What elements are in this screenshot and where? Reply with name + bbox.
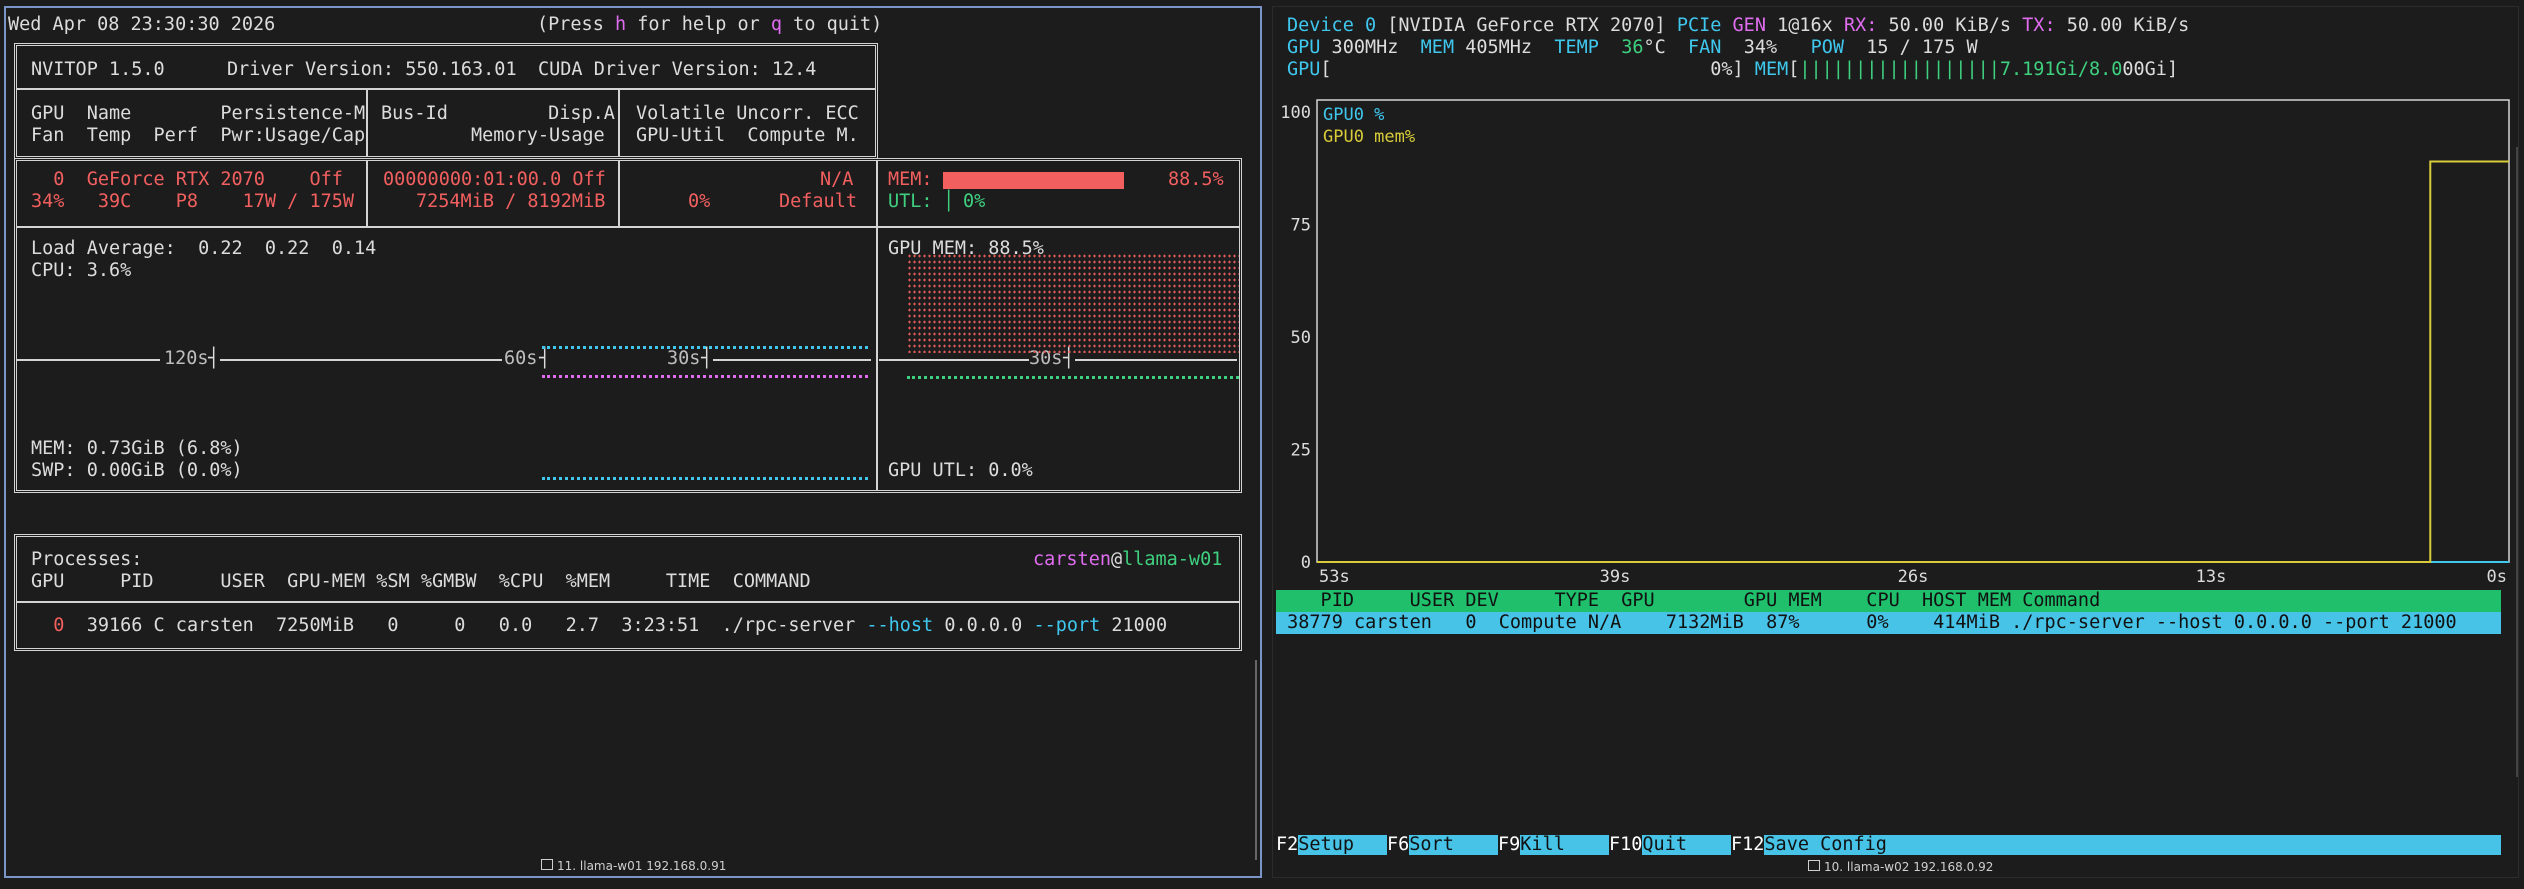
gpu-util: 0% xyxy=(688,191,711,212)
legend-gpu-util: GPU0 % xyxy=(1323,105,1384,125)
terminal-icon xyxy=(1808,860,1820,871)
mem-history-trace xyxy=(542,375,868,378)
cuda-version: CUDA Driver Version: 12.4 xyxy=(538,59,817,80)
legend-gpu-mem: GPU0 mem% xyxy=(1323,127,1415,147)
f6-sort-button[interactable]: F6Sort xyxy=(1387,834,1498,855)
gpu-utl-stat: GPU UTL: 0.0% xyxy=(888,460,1033,481)
utl-bar-tick: │ xyxy=(943,191,955,212)
utl-bar-percent: 0% xyxy=(963,191,986,212)
nvtop-pane[interactable]: Device 0 [NVIDIA GeForce RTX 2070] PCIe … xyxy=(1272,6,2519,878)
x-tick-label: 13s xyxy=(2196,567,2227,587)
gpu-header-col1-line1: GPU Name Persistence-M xyxy=(31,103,366,124)
process-row[interactable]: 0 39166 C carsten 7250MiB 0 0 0.0 2.7 3:… xyxy=(31,615,1167,637)
axis-tick: ┤ xyxy=(701,348,713,369)
gpu-header-col2-line1: Bus-Id Disp.A xyxy=(381,103,615,124)
gpu-history-chart: 100 75 50 25 0 53s 39s 26s 13s 0s GPU0 % GPU0 me… xyxy=(1280,99,2510,587)
gpu-header-col3-line1: Volatile Uncorr. ECC xyxy=(636,103,859,124)
user-host: carsten@llama-w01 xyxy=(1033,549,1223,570)
y-tick-label: 50 xyxy=(1291,328,1311,348)
mem-bar-fill xyxy=(943,172,1124,189)
timeline-axis xyxy=(713,359,871,361)
terminal-icon xyxy=(541,859,553,870)
f10-quit-button[interactable]: F10Quit xyxy=(1609,834,1731,855)
divider xyxy=(17,601,1239,603)
timeline-axis xyxy=(17,359,160,361)
window-title: 11. llama-w01 192.168.0.91 xyxy=(541,856,726,876)
processes-label: Processes: xyxy=(31,549,143,570)
tick-120s: 120s xyxy=(164,348,209,369)
f9-kill-button[interactable]: F9Kill xyxy=(1498,834,1609,855)
gpu-fan-temp-row: 34% 39C P8 17W / 175W xyxy=(31,191,355,212)
mem-bar-percent: 88.5% xyxy=(1168,169,1224,190)
axis-tick: ┤ xyxy=(208,348,220,369)
gpu-header-col3-line2: GPU-Util Compute M. xyxy=(636,125,859,146)
help-hint: (Press h for help or q to quit) xyxy=(537,14,883,35)
clock: Wed Apr 08 23:30:30 2026 xyxy=(8,14,276,35)
gpu-mem-history-graph xyxy=(907,253,1239,353)
nvitop-pane[interactable]: Wed Apr 08 23:30:30 2026 (Press h for he… xyxy=(4,6,1262,878)
usage-bars-line: GPU[ 0%] MEM[||||||||||||||||||7.191Gi/8… xyxy=(1287,59,2179,80)
divider xyxy=(366,89,368,157)
tick-60s: 60s xyxy=(504,348,538,369)
gpu-ecc: N/A xyxy=(820,169,854,190)
process-table-row[interactable]: 38779 carsten 0 Compute N/A 7132MiB 87% … xyxy=(1276,612,2501,634)
window-title: 10. llama-w02 192.168.0.92 xyxy=(1808,857,1993,877)
scrollbar[interactable] xyxy=(1255,660,1257,860)
cpu-history-trace xyxy=(542,346,868,349)
scrollbar[interactable] xyxy=(2516,147,2518,777)
divider xyxy=(618,89,620,157)
gpu-compute-mode: Default xyxy=(779,191,857,212)
f2-setup-button[interactable]: F2Setup xyxy=(1276,834,1387,855)
x-tick-label: 53s xyxy=(1319,567,1350,587)
f12-save-config-button[interactable]: F12Save Config xyxy=(1731,834,1887,855)
y-tick-label: 25 xyxy=(1291,441,1311,461)
host-mem-stat: MEM: 0.73GiB (6.8%) xyxy=(31,438,243,459)
timeline-axis xyxy=(1075,359,1237,361)
gpu-header-col2-line2: Memory-Usage xyxy=(471,125,605,146)
load-average: Load Average: 0.22 0.22 0.14 xyxy=(31,238,377,259)
gpu-util-history-trace xyxy=(907,376,1239,379)
divider xyxy=(366,161,368,227)
swp-history-trace xyxy=(542,477,868,480)
device-info-line: Device 0 [NVIDIA GeForce RTX 2070] PCIe … xyxy=(1287,15,2190,36)
nvitop-version: NVITOP 1.5.0 xyxy=(31,59,165,80)
tick-30s-cpu: 30s xyxy=(667,348,701,369)
timeline-axis xyxy=(220,359,502,361)
utl-bar-label: UTL: xyxy=(888,191,933,212)
gpu-header-col1-line2: Fan Temp Perf Pwr:Usage/Cap xyxy=(31,125,366,146)
y-tick-label: 100 xyxy=(1280,103,1311,123)
x-tick-label: 26s xyxy=(1898,567,1929,587)
divider xyxy=(618,161,620,227)
y-tick-label: 75 xyxy=(1291,216,1311,236)
driver-version: Driver Version: 550.163.01 xyxy=(227,59,517,80)
chart-frame xyxy=(1316,99,2510,563)
x-tick-label: 39s xyxy=(1600,567,1631,587)
divider xyxy=(876,161,878,490)
axis-tick: ┤ xyxy=(539,348,551,369)
divider xyxy=(17,88,875,90)
y-tick-label: 0 xyxy=(1301,553,1311,573)
process-table-header: PID USER DEV TYPE GPU GPU MEM CPU HOST M… xyxy=(1276,590,2501,612)
gpu-memory-usage: 7254MiB / 8192MiB xyxy=(416,191,606,212)
mem-bar xyxy=(943,172,1147,189)
divider xyxy=(17,226,1239,228)
timeline-axis xyxy=(879,359,1029,361)
gpu-bus-id: 00000000:01:00.0 Off xyxy=(383,169,606,190)
mem-bar-label: MEM: xyxy=(888,169,933,190)
x-tick-label: 0s xyxy=(2487,567,2507,587)
swap-stat: SWP: 0.00GiB (0.0%) xyxy=(31,460,243,481)
clock-info-line: GPU 300MHz MEM 405MHz TEMP 36°C FAN 34% … xyxy=(1287,37,1978,58)
processes-header: GPU PID USER GPU-MEM %SM %GMBW %CPU %MEM… xyxy=(31,571,811,592)
series-gpu-mem-line xyxy=(1317,160,2509,563)
gpu-name-row: 0 GeForce RTX 2070 Off xyxy=(31,169,343,190)
cpu-percent: CPU: 3.6% xyxy=(31,260,132,281)
